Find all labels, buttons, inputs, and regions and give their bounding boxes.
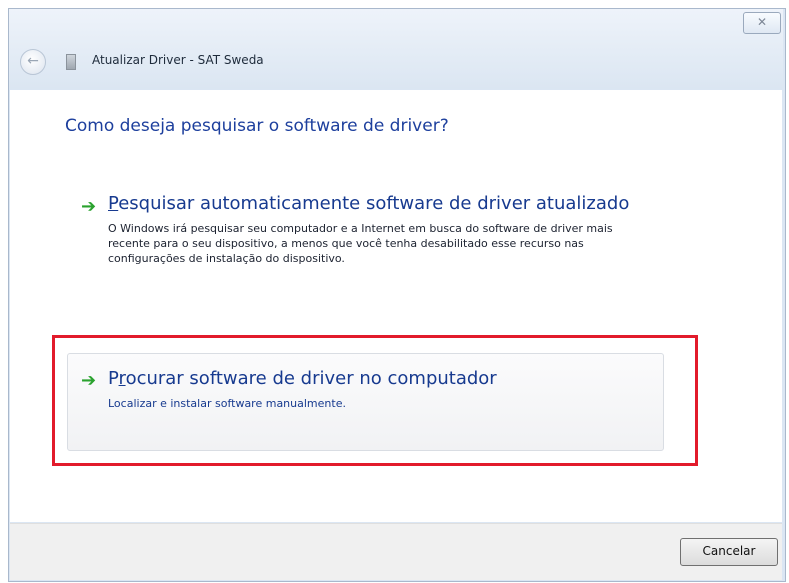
page-heading: Como deseja pesquisar o software de driv… bbox=[65, 116, 449, 136]
device-driver-icon bbox=[66, 54, 76, 70]
back-arrow-icon: ← bbox=[27, 53, 39, 69]
close-icon: ✕ bbox=[756, 15, 768, 29]
update-driver-window: ✕ ← Atualizar Driver - SAT Sweda Como de… bbox=[0, 0, 789, 583]
option-title-text: esquisar automaticamente software de dri… bbox=[118, 193, 630, 214]
close-button[interactable]: ✕ bbox=[743, 12, 781, 34]
highlight-annotation-box bbox=[52, 335, 698, 466]
option-title: Pesquisar automaticamente software de dr… bbox=[108, 193, 629, 214]
footer-bar bbox=[10, 523, 782, 580]
cancel-button[interactable]: Cancelar bbox=[680, 538, 778, 566]
green-arrow-icon: ➔ bbox=[81, 196, 97, 217]
option-accelerator: P bbox=[108, 193, 119, 214]
back-button[interactable]: ← bbox=[20, 49, 46, 75]
window-title: Atualizar Driver - SAT Sweda bbox=[92, 53, 264, 67]
option-description: O Windows irá pesquisar seu computador e… bbox=[108, 222, 613, 265]
title-bar bbox=[9, 9, 783, 89]
